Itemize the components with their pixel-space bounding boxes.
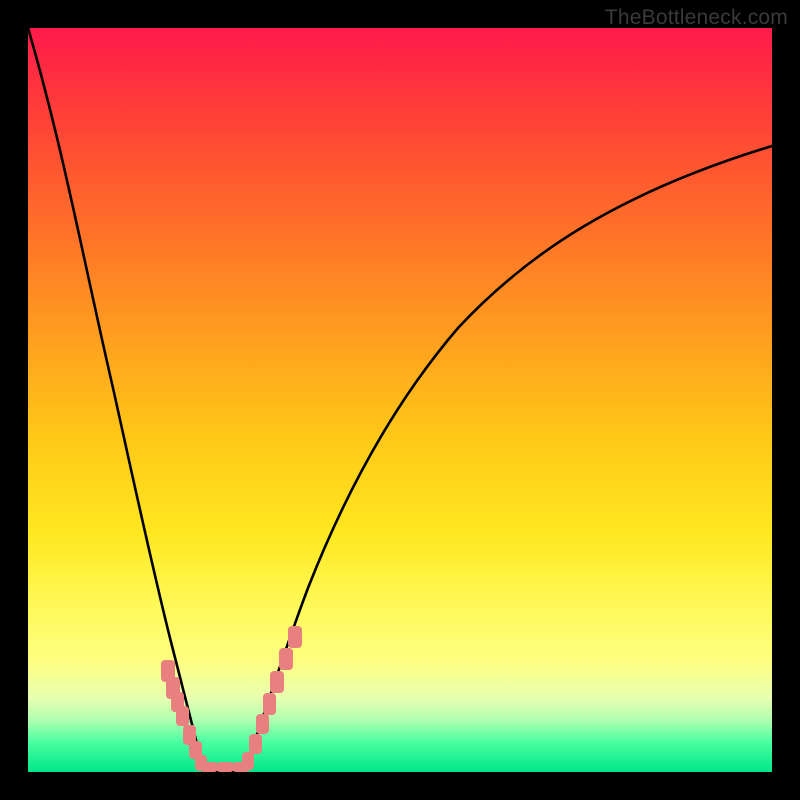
curve-layer [28,28,772,772]
marker-cluster-floor [200,762,250,772]
curve-left-branch [28,28,204,772]
marker-cluster-right [242,626,302,770]
watermark-text: TheBottleneck.com [605,6,788,30]
chart-canvas: TheBottleneck.com [0,0,800,800]
curve-right-branch [244,146,772,772]
marker-cluster-left [161,660,207,771]
plot-area [28,28,772,772]
